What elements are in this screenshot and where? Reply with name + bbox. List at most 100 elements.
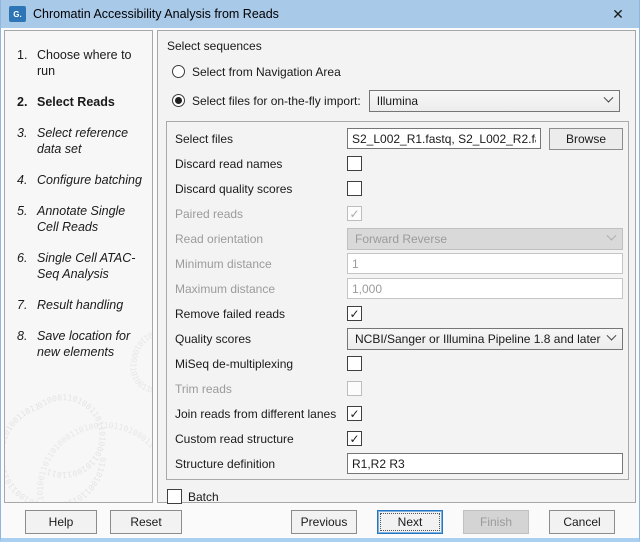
radio-navigation-area[interactable]	[172, 65, 185, 78]
close-button[interactable]: ✕	[597, 0, 639, 28]
maximum-distance-label: Maximum distance	[175, 281, 276, 296]
step-result-handling: 7. Result handling	[17, 297, 146, 313]
chevron-down-icon	[606, 230, 617, 241]
row-quality-scores: Quality scores NCBI/Sanger or Illumina P…	[175, 326, 623, 351]
step-choose-where-to-run: 1. Choose where to run	[17, 47, 146, 79]
radio-on-the-fly-import-label: Select files for on-the-fly import:	[192, 93, 361, 108]
check-icon: ✓	[349, 406, 360, 421]
svg-text:011010011011010001101001101101: 0110100110110100011010011011010001101001…	[36, 421, 153, 502]
window-title: Chromatin Accessibility Analysis from Re…	[33, 7, 279, 21]
step-label: Select Reads	[37, 95, 115, 109]
row-trim-reads: Trim reads	[175, 376, 623, 401]
structure-definition-label: Structure definition	[175, 456, 276, 471]
trim-reads-label: Trim reads	[175, 381, 232, 396]
minimum-distance-label: Minimum distance	[175, 256, 272, 271]
step-number: 2.	[17, 95, 28, 109]
quality-scores-select[interactable]: NCBI/Sanger or Illumina Pipeline 1.8 and…	[347, 327, 623, 350]
quality-scores-label: Quality scores	[175, 331, 252, 346]
remove-failed-reads-checkbox[interactable]: ✓	[347, 306, 362, 321]
discard-quality-scores-checkbox[interactable]	[347, 181, 362, 196]
custom-read-structure-checkbox[interactable]: ✓	[347, 431, 362, 446]
step-number: 3.	[17, 126, 28, 140]
step-single-cell-atac-seq-analysis: 6. Single Cell ATAC-Seq Analysis	[17, 250, 146, 282]
minimum-distance-input	[347, 253, 623, 274]
check-icon: ✓	[349, 306, 360, 321]
wizard-steps-sidebar: 1. Choose where to run 2. Select Reads 3…	[4, 30, 153, 503]
row-discard-read-names: Discard read names	[175, 151, 623, 176]
row-maximum-distance: Maximum distance	[175, 276, 623, 301]
read-orientation-select: Forward Reverse	[347, 227, 623, 250]
row-structure-definition: Structure definition	[175, 451, 623, 476]
radio-row-navigation-area[interactable]: Select from Navigation Area	[172, 63, 630, 80]
footer-left-buttons: Help Reset	[25, 509, 182, 534]
row-select-files: Select files Browse	[175, 126, 623, 151]
dialog-window: G. Chromatin Accessibility Analysis from…	[0, 0, 640, 542]
quality-scores-value: NCBI/Sanger or Illumina Pipeline 1.8 and…	[355, 331, 601, 346]
step-label: Annotate Single Cell Reads	[37, 204, 126, 234]
discard-quality-scores-label: Discard quality scores	[175, 181, 293, 196]
step-label: Result handling	[37, 298, 124, 312]
maximum-distance-input	[347, 278, 623, 299]
batch-row[interactable]: Batch	[167, 489, 630, 504]
trim-reads-checkbox	[347, 381, 362, 396]
step-label: Configure batching	[37, 173, 142, 187]
footer-right-buttons: Previous Next Finish Cancel	[291, 509, 615, 534]
row-minimum-distance: Minimum distance	[175, 251, 623, 276]
miseq-demultiplexing-checkbox[interactable]	[347, 356, 362, 371]
close-icon: ✕	[612, 5, 624, 22]
step-select-reads: 2. Select Reads	[17, 94, 146, 110]
join-reads-checkbox[interactable]: ✓	[347, 406, 362, 421]
import-format-select[interactable]: Illumina	[368, 89, 620, 112]
row-join-reads: Join reads from different lanes ✓	[175, 401, 623, 426]
step-annotate-single-cell-reads: 5. Annotate Single Cell Reads	[17, 203, 146, 235]
radio-row-on-the-fly-import[interactable]: Select files for on-the-fly import: Illu…	[172, 89, 630, 112]
check-icon: ✓	[349, 431, 360, 446]
row-paired-reads: Paired reads ✓	[175, 201, 623, 226]
discard-read-names-label: Discard read names	[175, 156, 283, 171]
step-save-location-for-new-elements: 8. Save location for new elements	[17, 328, 146, 360]
title-bar: G. Chromatin Accessibility Analysis from…	[1, 0, 639, 28]
radio-navigation-area-label: Select from Navigation Area	[192, 64, 341, 79]
dialog-content: 1. Choose where to run 2. Select Reads 3…	[1, 28, 639, 505]
step-number: 6.	[17, 251, 28, 265]
step-label: Select reference data set	[37, 126, 129, 156]
step-number: 1.	[17, 48, 28, 62]
reset-button[interactable]: Reset	[110, 509, 182, 534]
custom-read-structure-label: Custom read structure	[175, 431, 294, 446]
step-select-reference-data-set: 3. Select reference data set	[17, 125, 146, 157]
row-custom-read-structure: Custom read structure ✓	[175, 426, 623, 451]
import-format-value: Illumina	[376, 93, 419, 108]
row-remove-failed-reads: Remove failed reads ✓	[175, 301, 623, 326]
previous-button[interactable]: Previous	[291, 509, 357, 534]
browse-button[interactable]: Browse	[549, 127, 623, 150]
row-miseq-demultiplexing: MiSeq de-multiplexing	[175, 351, 623, 376]
step-label: Save location for new elements	[37, 329, 131, 359]
step-number: 4.	[17, 173, 28, 187]
step-number: 7.	[17, 298, 28, 312]
paired-reads-checkbox: ✓	[347, 206, 362, 221]
finish-button: Finish	[463, 509, 529, 534]
row-read-orientation: Read orientation Forward Reverse	[175, 226, 623, 251]
import-options-groupbox: Select files Browse Discard read names D…	[166, 121, 629, 480]
read-orientation-value: Forward Reverse	[355, 231, 448, 246]
select-files-input[interactable]	[347, 128, 541, 149]
remove-failed-reads-label: Remove failed reads	[175, 306, 286, 321]
chevron-down-icon	[606, 330, 617, 341]
next-button[interactable]: Next	[377, 509, 443, 534]
svg-text:011010011011010001101001101101: 0110100110110100011010011011010001101001…	[5, 393, 107, 502]
section-label: Select sequences	[167, 39, 262, 53]
footer-button-bar: Help Reset Previous Next Finish Cancel	[1, 505, 639, 538]
step-number: 8.	[17, 329, 28, 343]
row-discard-quality-scores: Discard quality scores	[175, 176, 623, 201]
step-configure-batching: 4. Configure batching	[17, 172, 146, 188]
discard-read-names-checkbox[interactable]	[347, 156, 362, 171]
step-label: Choose where to run	[37, 48, 132, 78]
step-number: 5.	[17, 204, 28, 218]
read-orientation-label: Read orientation	[175, 231, 264, 246]
help-button[interactable]: Help	[25, 509, 97, 534]
radio-on-the-fly-import[interactable]	[172, 94, 185, 107]
cancel-button[interactable]: Cancel	[549, 509, 615, 534]
select-reads-panel: Select sequences Select from Navigation …	[157, 30, 636, 504]
batch-checkbox[interactable]	[167, 489, 182, 504]
structure-definition-input[interactable]	[347, 453, 623, 474]
